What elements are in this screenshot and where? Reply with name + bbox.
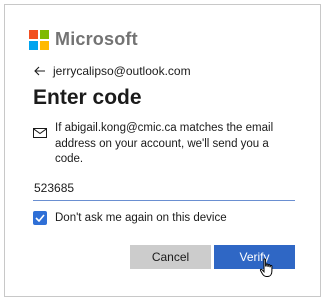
account-row: jerrycalipso@outlook.com [33,64,191,78]
remember-device-checkbox[interactable] [33,211,47,225]
checkmark-icon [35,214,45,222]
email-icon [33,125,47,138]
brand-name: Microsoft [55,29,138,49]
remember-device-row: Don't ask me again on this device [33,211,227,225]
page-title: Enter code [33,86,142,109]
back-arrow-icon[interactable] [33,64,47,78]
cancel-button[interactable]: Cancel [130,245,211,269]
info-message: If abigail.kong@cmic.ca matches the emai… [33,121,298,168]
info-text: If abigail.kong@cmic.ca matches the emai… [55,122,274,165]
microsoft-squares-icon [29,29,49,50]
microsoft-logo: Microsoft [29,29,138,50]
verify-button[interactable]: Verify [214,245,295,269]
code-input[interactable] [33,176,295,201]
remember-device-label[interactable]: Don't ask me again on this device [55,212,227,224]
account-email: jerrycalipso@outlook.com [53,64,191,78]
